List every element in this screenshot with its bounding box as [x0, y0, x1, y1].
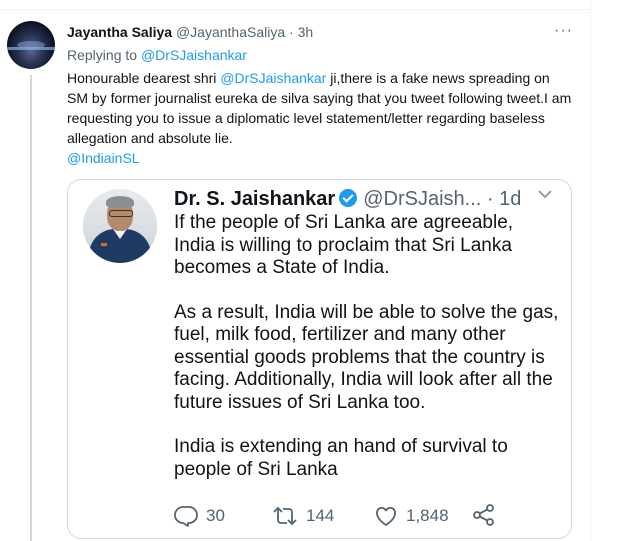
embedded-text: If the people of Sri Lanka are agreeable…: [174, 212, 559, 481]
embedded-share: [472, 504, 496, 526]
top-divider: [0, 9, 590, 10]
reply-count: 30: [206, 506, 225, 525]
thread-line: [30, 75, 32, 541]
avatar-horizon: [7, 47, 55, 50]
embedded-avatar-glasses: [109, 210, 133, 217]
embedded-paragraph-2: As a result, India will be able to solve…: [174, 301, 559, 413]
embedded-avatar-hair: [106, 196, 134, 208]
like-count: 1,848: [406, 506, 449, 525]
author-avatar[interactable]: [7, 21, 55, 69]
embedded-reply: 30: [174, 504, 225, 528]
embedded-header: Dr. S. Jaishankar @DrSJaish... · 1d: [174, 186, 521, 212]
like-icon: [376, 507, 396, 526]
embedded-like: 1,848: [374, 504, 449, 528]
share-icon: [473, 504, 494, 526]
separator-dot: ·: [289, 24, 294, 40]
author-handle[interactable]: @JayanthaSaliya: [176, 24, 285, 40]
embedded-name: Dr. S. Jaishankar: [174, 188, 336, 210]
tweet-text-part1: Honourable dearest shri: [67, 70, 221, 86]
timeline-right-border: [590, 0, 591, 541]
verified-icon: [339, 189, 358, 207]
tweet-text: Honourable dearest shri @DrSJaishankar j…: [67, 68, 572, 168]
tweet-time[interactable]: 3h: [298, 24, 314, 40]
embedded-retweet: 144: [272, 504, 334, 528]
reply-icon: [174, 506, 198, 527]
embedded-handle-time: @DrSJaish... · 1d: [363, 188, 522, 210]
more-icon[interactable]: ···: [554, 22, 573, 40]
embedded-avatar-pin: [101, 243, 107, 246]
chevron-down-icon: [538, 190, 552, 199]
tweet-header: Jayantha Saliya @JayanthaSaliya · 3h: [67, 23, 313, 41]
retweet-icon: [273, 506, 297, 526]
embedded-tweet-image[interactable]: Dr. S. Jaishankar @DrSJaish... · 1d If th…: [67, 179, 572, 539]
retweet-count: 144: [306, 506, 335, 525]
tweet-mention-indiainsl[interactable]: @IndiainSL: [67, 150, 140, 166]
embedded-paragraph-3: India is extending an hand of survival t…: [174, 436, 508, 480]
replying-prefix: Replying to: [67, 47, 138, 63]
tweet-mention[interactable]: @DrSJaishankar: [220, 70, 326, 86]
embedded-avatar: [83, 189, 157, 263]
author-name[interactable]: Jayantha Saliya: [67, 24, 172, 40]
embedded-paragraph-1: If the people of Sri Lanka are agreeable…: [174, 212, 514, 278]
replying-to-link[interactable]: @DrSJaishankar: [141, 47, 247, 63]
replying-to: Replying to @DrSJaishankar: [67, 46, 247, 64]
